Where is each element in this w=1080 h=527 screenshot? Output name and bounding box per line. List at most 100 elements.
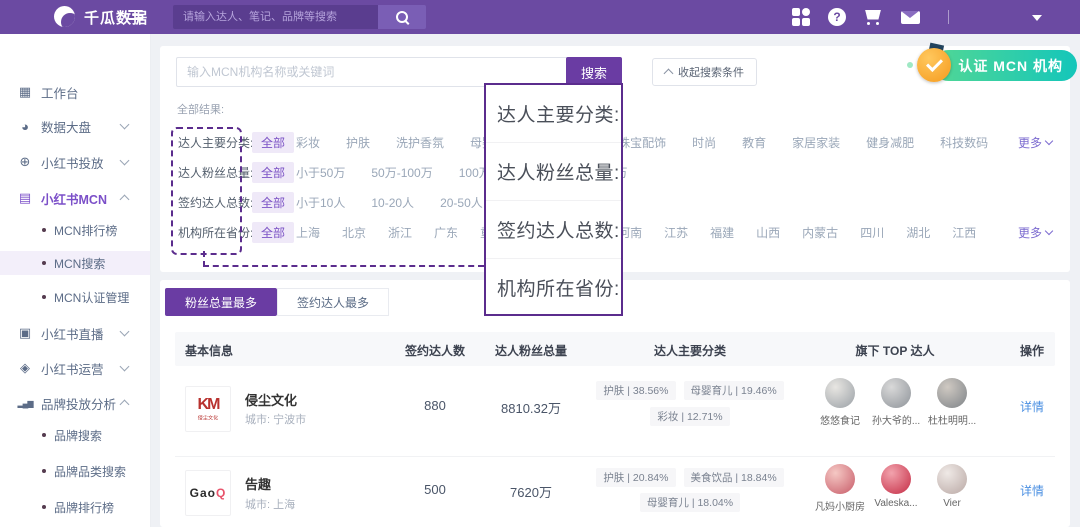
filter-option[interactable]: 彩妆: [296, 134, 320, 151]
apps-icon[interactable]: [790, 8, 812, 26]
sidebar-item-mcn-ranking[interactable]: MCN排行榜: [0, 218, 150, 242]
filter-chip-all[interactable]: 全部: [252, 132, 294, 153]
filter-option[interactable]: 广东: [434, 224, 458, 241]
top-talent[interactable]: 杜杜明明...: [924, 378, 980, 427]
verified-seal-icon: [917, 48, 951, 82]
tab-most-signed[interactable]: 签约达人最多: [277, 288, 389, 316]
filter-chip-all[interactable]: 全部: [252, 222, 294, 243]
sidebar-item-brand-category-search[interactable]: 品牌品类搜索: [0, 459, 150, 483]
annotation-callout: 达人主要分类: 达人粉丝总量: 签约达人总数: 机构所在省份:: [484, 83, 623, 316]
sidebar-item-workbench[interactable]: ▦工作台: [0, 79, 150, 105]
badge-label: 认证 MCN 机构: [933, 50, 1077, 81]
sidebar-item-brand-analysis[interactable]: ▂▄▆品牌投放分析: [0, 390, 150, 416]
chevron-up-icon: [120, 195, 130, 205]
chevron-down-icon: [120, 327, 130, 337]
detail-link[interactable]: 详情: [1002, 398, 1062, 415]
chart-icon: ▂▄▆: [17, 399, 33, 408]
filter-option[interactable]: 小于50万: [296, 164, 345, 181]
global-search-input[interactable]: [173, 5, 378, 29]
sidebar-item-xhs-operation[interactable]: ◈小红书运营: [0, 355, 150, 381]
filter-option[interactable]: 健身减肥: [866, 134, 914, 151]
filter-option[interactable]: 20-50人: [440, 194, 483, 211]
filter-option[interactable]: 护肤: [346, 134, 370, 151]
filter-option[interactable]: 山西: [756, 224, 780, 241]
global-search-button[interactable]: [378, 5, 426, 29]
cart-icon[interactable]: [858, 0, 888, 34]
category-tags: 母婴育儿 | 18.04%: [588, 493, 792, 512]
mail-icon[interactable]: [895, 0, 925, 34]
bullet-icon: [42, 505, 46, 509]
bullet-icon: [42, 295, 46, 299]
live-icon: ▣: [17, 325, 33, 341]
filter-chip-all[interactable]: 全部: [252, 192, 294, 213]
avatar: [937, 464, 967, 494]
sidebar-item-brand-search[interactable]: 品牌搜索: [0, 423, 150, 447]
fans-total-value: 8810.32万: [476, 398, 586, 417]
filter-option[interactable]: 时尚: [692, 134, 716, 151]
org-name[interactable]: 告趣: [245, 474, 271, 493]
collapse-filters-button[interactable]: 收起搜索条件: [652, 58, 757, 86]
sidebar-item-xhs-live[interactable]: ▣小红书直播: [0, 320, 150, 346]
signed-count-value: 500: [390, 482, 480, 497]
filter-option[interactable]: 洗护香氛: [396, 134, 444, 151]
fans-total-value: 7620万: [476, 482, 586, 501]
top-talent[interactable]: 孙大爷的...: [868, 378, 924, 427]
callout-line: 签约达人总数:: [486, 200, 621, 258]
annotation-connector-horizontal: [203, 265, 484, 267]
top-talent[interactable]: Vier: [924, 464, 980, 509]
sidebar-item-dashboard[interactable]: ◕数据大盘: [0, 113, 150, 139]
tab-most-fans[interactable]: 粉丝总量最多: [165, 288, 277, 316]
detail-link[interactable]: 详情: [1002, 482, 1062, 499]
filter-option[interactable]: 家居家装: [792, 134, 840, 151]
chevron-up-icon: [120, 400, 130, 410]
bullet-icon: [42, 228, 46, 232]
sidebar-item-brand-ranking[interactable]: 品牌排行榜: [0, 495, 150, 519]
filter-option[interactable]: 浙江: [388, 224, 412, 241]
sidebar: ▦工作台 ◕数据大盘 ⊕小红书投放 ▤小红书MCN MCN排行榜 MCN搜索 M…: [0, 34, 151, 527]
menu-icon[interactable]: [128, 10, 143, 22]
more-link[interactable]: 更多: [1018, 224, 1052, 241]
top-talent[interactable]: 悠悠食记: [812, 378, 868, 427]
filter-option[interactable]: 四川: [860, 224, 884, 241]
filter-option[interactable]: 10-20人: [371, 194, 414, 211]
sidebar-item-mcn-cert[interactable]: MCN认证管理: [0, 285, 150, 309]
header-action: 操作: [1002, 342, 1062, 359]
filter-option[interactable]: 内蒙古: [802, 224, 838, 241]
filter-option[interactable]: 科技数码: [940, 134, 988, 151]
org-name[interactable]: 侵尘文化: [245, 390, 297, 409]
filter-option[interactable]: 湖北: [906, 224, 930, 241]
filter-option[interactable]: 江西: [952, 224, 976, 241]
category-tag: 护肤 | 38.56%: [596, 381, 675, 400]
filter-option[interactable]: 50万-100万: [371, 164, 432, 181]
filter-option[interactable]: 小于10人: [296, 194, 345, 211]
row-divider: [175, 456, 1055, 457]
filter-option[interactable]: 教育: [742, 134, 766, 151]
more-link[interactable]: 更多: [1018, 134, 1052, 151]
filter-option[interactable]: 福建: [710, 224, 734, 241]
sidebar-item-xhs-delivery[interactable]: ⊕小红书投放: [0, 149, 150, 175]
signed-count-value: 880: [390, 398, 480, 413]
filter-option[interactable]: 珠宝配饰: [618, 134, 666, 151]
filter-option[interactable]: 江苏: [664, 224, 688, 241]
sidebar-item-xhs-mcn[interactable]: ▤小红书MCN: [0, 185, 150, 211]
chevron-down-icon: [120, 120, 130, 130]
top-talent[interactable]: Valeska...: [868, 464, 924, 509]
avatar: [825, 378, 855, 408]
sidebar-item-mcn-search[interactable]: MCN搜索: [0, 251, 150, 275]
category-tag: 护肤 | 20.84%: [596, 468, 675, 487]
annotation-dashed-box: [171, 127, 242, 255]
filter-option[interactable]: 上海: [296, 224, 320, 241]
filter-chip-all[interactable]: 全部: [252, 162, 294, 183]
qiangua-logo-icon[interactable]: [54, 6, 75, 27]
help-icon[interactable]: ?: [822, 0, 852, 34]
filter-option[interactable]: 北京: [342, 224, 366, 241]
avatar: [937, 378, 967, 408]
category-tag: 彩妆 | 12.71%: [650, 407, 729, 426]
chevron-down-icon: [1045, 227, 1053, 235]
top-talent[interactable]: 凡妈小厨房: [812, 464, 868, 513]
callout-line: 达人粉丝总量:: [486, 142, 621, 200]
certified-mcn-badge[interactable]: 认证 MCN 机构: [905, 44, 1077, 86]
workbench-icon: ▦: [17, 84, 33, 100]
caret-down-icon[interactable]: [1032, 15, 1042, 26]
header-main-category: 达人主要分类: [588, 342, 792, 359]
